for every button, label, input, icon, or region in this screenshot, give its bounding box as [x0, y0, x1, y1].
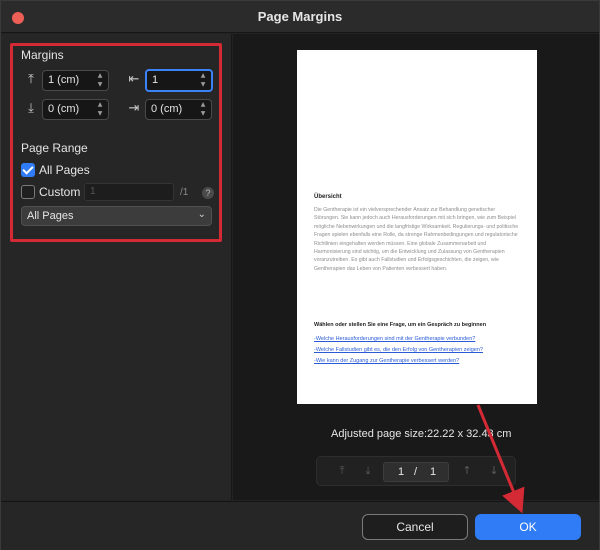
custom-checkbox[interactable]	[21, 185, 35, 199]
page-range-select[interactable]: All Pages ⌄	[21, 206, 212, 226]
margin-right-icon: ⇥	[128, 101, 140, 116]
increment-icon[interactable]: ▲	[95, 71, 105, 80]
next-page-icon[interactable]: ↓	[487, 464, 501, 478]
document-link: -Wie kann der Zugang zur Gentherapie ver…	[314, 358, 460, 364]
page-navigation: ⤒ ⤓ 1 / 1 ↑ ↓	[316, 456, 516, 486]
total-page-count: 1	[430, 466, 437, 478]
dialog-footer: Cancel OK	[1, 501, 599, 550]
increment-icon[interactable]: ▲	[198, 71, 208, 80]
document-paragraph: Die Gentherapie ist ein vielversprechend…	[314, 207, 519, 272]
document-question: Wählen oder stellen Sie eine Frage, um e…	[314, 322, 487, 328]
custom-range-input[interactable]: 1	[84, 183, 174, 201]
custom-range-placeholder: 1	[90, 186, 96, 197]
margin-right-value: 0 (cm)	[151, 103, 183, 115]
decrement-icon[interactable]: ▼	[198, 80, 208, 89]
current-page: 1	[398, 466, 405, 478]
margin-top-icon: ⤒	[28, 72, 34, 87]
total-pages-label: /1	[180, 187, 189, 198]
margin-left-stepper[interactable]: 1 ▲ ▼	[145, 69, 213, 92]
help-icon[interactable]: ?	[202, 187, 214, 199]
document-heading: Übersicht	[314, 194, 342, 200]
page-range-select-value: All Pages	[27, 210, 74, 222]
document-link: -Welche Herausforderungen sind mit der G…	[314, 336, 476, 342]
margin-bottom-icon: ⤓	[28, 101, 34, 116]
last-page-icon[interactable]: ⤓	[361, 464, 375, 478]
increment-icon[interactable]: ▲	[95, 100, 105, 109]
document-link: -Welche Fallstudien gibt es, die den Erf…	[314, 347, 483, 353]
margins-heading: Margins	[21, 48, 64, 62]
page-margins-dialog: Page Margins Margins ⤒ 1 (cm) ▲ ▼ ⇤ 1 ▲ ▼ …	[0, 0, 600, 550]
margin-left-icon: ⇤	[128, 72, 140, 87]
margin-top-value: 1 (cm)	[48, 74, 80, 86]
margin-right-stepper[interactable]: 0 (cm) ▲ ▼	[145, 99, 212, 120]
decrement-icon[interactable]: ▼	[95, 80, 105, 89]
chevron-down-icon: ⌄	[197, 209, 206, 220]
decrement-icon[interactable]: ▼	[198, 109, 208, 118]
custom-label: Custom	[39, 185, 81, 199]
previous-page-icon[interactable]: ↑	[460, 464, 474, 478]
title-bar: Page Margins	[1, 1, 599, 33]
decrement-icon[interactable]: ▼	[95, 109, 105, 118]
settings-panel: Margins ⤒ 1 (cm) ▲ ▼ ⇤ 1 ▲ ▼ ⤓ 0 (cm) ▲ ▼ ⇥…	[1, 34, 232, 500]
page-separator: /	[414, 466, 418, 478]
page-preview: Übersicht Die Gentherapie ist ein vielve…	[297, 50, 537, 404]
dialog-title: Page Margins	[257, 9, 343, 24]
page-range-heading: Page Range	[21, 141, 88, 155]
first-page-icon[interactable]: ⤒	[335, 464, 349, 478]
margin-bottom-value: 0 (cm)	[48, 103, 80, 115]
increment-icon[interactable]: ▲	[198, 100, 208, 109]
ok-button[interactable]: OK	[475, 514, 581, 540]
margin-left-value: 1	[152, 74, 159, 86]
adjusted-page-size: Adjusted page size:22.22 x 32.43 cm	[331, 428, 512, 440]
all-pages-label: All Pages	[39, 163, 90, 177]
cancel-button[interactable]: Cancel	[362, 514, 468, 540]
margin-bottom-stepper[interactable]: 0 (cm) ▲ ▼	[42, 99, 109, 120]
margin-top-stepper[interactable]: 1 (cm) ▲ ▼	[42, 70, 109, 91]
page-indicator[interactable]: 1 / 1	[383, 462, 449, 482]
all-pages-checkbox[interactable]	[21, 163, 35, 177]
